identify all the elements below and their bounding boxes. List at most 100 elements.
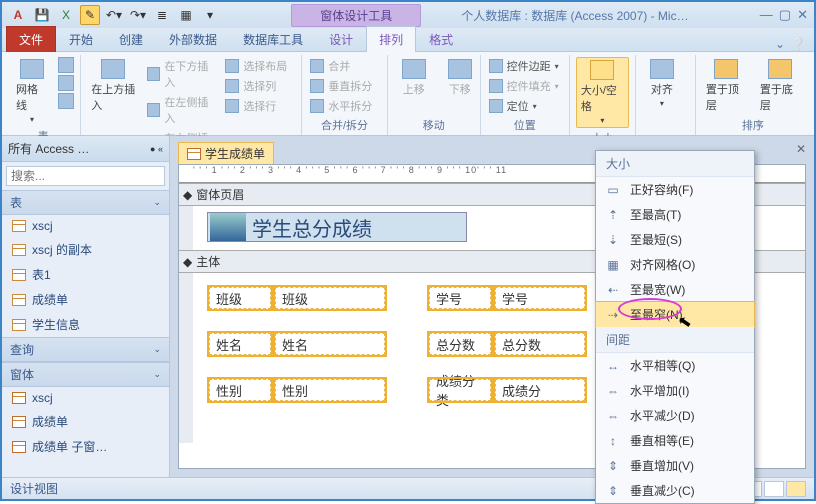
redo-icon[interactable]: ↷▾ (128, 5, 148, 25)
insert-above-button[interactable]: 在上方插入 (87, 57, 139, 115)
align-button[interactable]: 对齐▾ (642, 57, 682, 110)
pencil-icon[interactable]: ✎ (80, 5, 100, 25)
move-down-button[interactable]: 下移 (440, 57, 480, 99)
label-gender[interactable]: 性别 (209, 379, 271, 401)
excel-icon[interactable]: X (56, 5, 76, 25)
insert-above-label: 在上方插入 (91, 81, 135, 113)
select-layout-button[interactable]: 选择布局 (223, 57, 295, 75)
ribbon-minimize-icon[interactable]: ⌄ (775, 37, 785, 51)
field-class[interactable]: 班级 (275, 287, 385, 309)
status-text: 设计视图 (10, 480, 58, 497)
help-icon[interactable]: ❔ (791, 37, 806, 51)
dd-tallest[interactable]: ⇡至最高(T) (596, 202, 754, 227)
nav-form-score-sub[interactable]: 成绩单 子窗… (2, 434, 169, 459)
select-row-button[interactable]: 选择行 (223, 97, 295, 115)
anchor-button[interactable]: 定位▾ (487, 97, 569, 115)
nav-table-student[interactable]: 学生信息 (2, 312, 169, 337)
tab-external[interactable]: 外部数据 (156, 26, 230, 52)
save-icon[interactable]: 💾 (32, 5, 52, 25)
merge-button[interactable]: 合并 (308, 57, 386, 75)
tab-design[interactable]: 设计 (316, 26, 366, 52)
field-grade[interactable]: 成绩分 (495, 379, 585, 401)
gridlines-button[interactable]: 网格线▾ (12, 57, 52, 126)
search-input[interactable] (6, 166, 165, 186)
field-total[interactable]: 总分数 (495, 333, 585, 355)
dd-v-equal[interactable]: ↕垂直相等(E) (596, 428, 754, 453)
remove-layout-icon[interactable] (58, 93, 74, 109)
size-space-button[interactable]: 大小/空格▾ (576, 57, 629, 128)
nav-table-xscj-copy[interactable]: xscj 的副本 (2, 237, 169, 262)
group-move: 上移 下移 移动 (388, 55, 481, 135)
nav-cat-query[interactable]: 查询⌄ (2, 337, 169, 362)
split-h-button[interactable]: 水平拆分 (308, 97, 386, 115)
ctrl-padding-button[interactable]: 控件填充▾ (487, 77, 569, 95)
gridlines-label: 网格线 (16, 81, 48, 113)
nav-cat-table[interactable]: 表⌄ (2, 190, 169, 215)
tab-create[interactable]: 创建 (106, 26, 156, 52)
dd-h-inc[interactable]: ⇔水平增加(I) (596, 378, 754, 403)
tab-dbtools[interactable]: 数据库工具 (230, 26, 316, 52)
stacked-icon[interactable] (58, 57, 74, 73)
dd-h-dec[interactable]: ⇔水平减少(D) (596, 403, 754, 428)
navigation-pane: 所有 Access … ● « 表⌄ xscj xscj 的副本 表1 成绩单 … (2, 136, 170, 477)
group-merge: 合并 垂直拆分 水平拆分 合并/拆分 (302, 55, 387, 135)
dd-h-equal[interactable]: ↔水平相等(Q) (596, 353, 754, 378)
label-grade[interactable]: 成绩分类 (429, 379, 491, 401)
insert-below-button[interactable]: 在下方插入 (145, 57, 217, 91)
label-sid[interactable]: 学号 (429, 287, 491, 309)
dd-v-inc[interactable]: ⇕垂直增加(V) (596, 453, 754, 478)
dd-header-size: 大小 (596, 151, 754, 177)
field-sid[interactable]: 学号 (495, 287, 585, 309)
dd-shortest[interactable]: ⇣至最短(S) (596, 227, 754, 252)
dd-fit[interactable]: ▭正好容纳(F) (596, 177, 754, 202)
dd-grid[interactable]: ▦对齐网格(O) (596, 252, 754, 277)
group-order-label: 排序 (702, 115, 804, 133)
bullets-icon[interactable]: ≣ (152, 5, 172, 25)
app-icon[interactable]: A (8, 5, 28, 25)
group-merge-label: 合并/拆分 (308, 115, 380, 133)
close-icon[interactable]: ✕ (797, 7, 808, 23)
nav-header[interactable]: 所有 Access … ● « (2, 136, 169, 162)
label-total[interactable]: 总分数 (429, 333, 491, 355)
chevron-down-icon[interactable]: ● « (150, 144, 163, 154)
dd-v-dec[interactable]: ⇕垂直减少(C) (596, 478, 754, 503)
nav-form-xscj[interactable]: xscj (2, 387, 169, 409)
tab-home[interactable]: 开始 (56, 26, 106, 52)
tab-file[interactable]: 文件 (6, 26, 56, 52)
bring-front-button[interactable]: 置于顶层 (702, 57, 750, 115)
label-class[interactable]: 班级 (209, 287, 271, 309)
undo-icon[interactable]: ↶▾ (104, 5, 124, 25)
size-space-dropdown: 大小 ▭正好容纳(F) ⇡至最高(T) ⇣至最短(S) ▦对齐网格(O) ⇠至最… (595, 150, 755, 504)
form-title-control[interactable]: 学生总分成绩 (207, 212, 467, 242)
select-col-button[interactable]: 选择列 (223, 77, 295, 95)
send-back-button[interactable]: 置于底层 (756, 57, 804, 115)
group-position: 控件边距▾ 控件填充▾ 定位▾ 位置 (481, 55, 570, 135)
group-size: 大小/空格▾ 大小 (570, 55, 636, 135)
ctrl-margin-button[interactable]: 控件边距▾ (487, 57, 569, 75)
view-layout-icon[interactable] (764, 481, 784, 497)
split-v-button[interactable]: 垂直拆分 (308, 77, 386, 95)
nav-table-1[interactable]: 表1 (2, 262, 169, 287)
label-name[interactable]: 姓名 (209, 333, 271, 355)
nav-table-score[interactable]: 成绩单 (2, 287, 169, 312)
field-name[interactable]: 姓名 (275, 333, 385, 355)
table-icon[interactable]: ▦ (176, 5, 196, 25)
view-design-icon[interactable] (786, 481, 806, 497)
nav-table-xscj[interactable]: xscj (2, 215, 169, 237)
nav-form-score[interactable]: 成绩单 (2, 409, 169, 434)
object-tab[interactable]: 学生成绩单 (178, 142, 274, 165)
minimize-icon[interactable]: ― (760, 7, 773, 23)
object-close-icon[interactable]: ✕ (796, 142, 806, 156)
tab-format[interactable]: 格式 (416, 26, 466, 52)
field-gender[interactable]: 性别 (275, 379, 385, 401)
quick-access-toolbar: A 💾 X ✎ ↶▾ ↷▾ ≣ ▦ ▾ (8, 5, 220, 25)
dd-widest[interactable]: ⇠至最宽(W) (596, 277, 754, 302)
restore-icon[interactable]: ▢ (779, 7, 791, 23)
move-up-button[interactable]: 上移 (394, 57, 434, 99)
tab-arrange[interactable]: 排列 (366, 26, 416, 52)
tabular-icon[interactable] (58, 75, 74, 91)
nav-cat-form[interactable]: 窗体⌄ (2, 362, 169, 387)
qat-more-icon[interactable]: ▾ (200, 5, 220, 25)
insert-left-button[interactable]: 在左侧插入 (145, 93, 217, 127)
dd-narrowest[interactable]: ⇢至最窄(N) (595, 301, 755, 328)
